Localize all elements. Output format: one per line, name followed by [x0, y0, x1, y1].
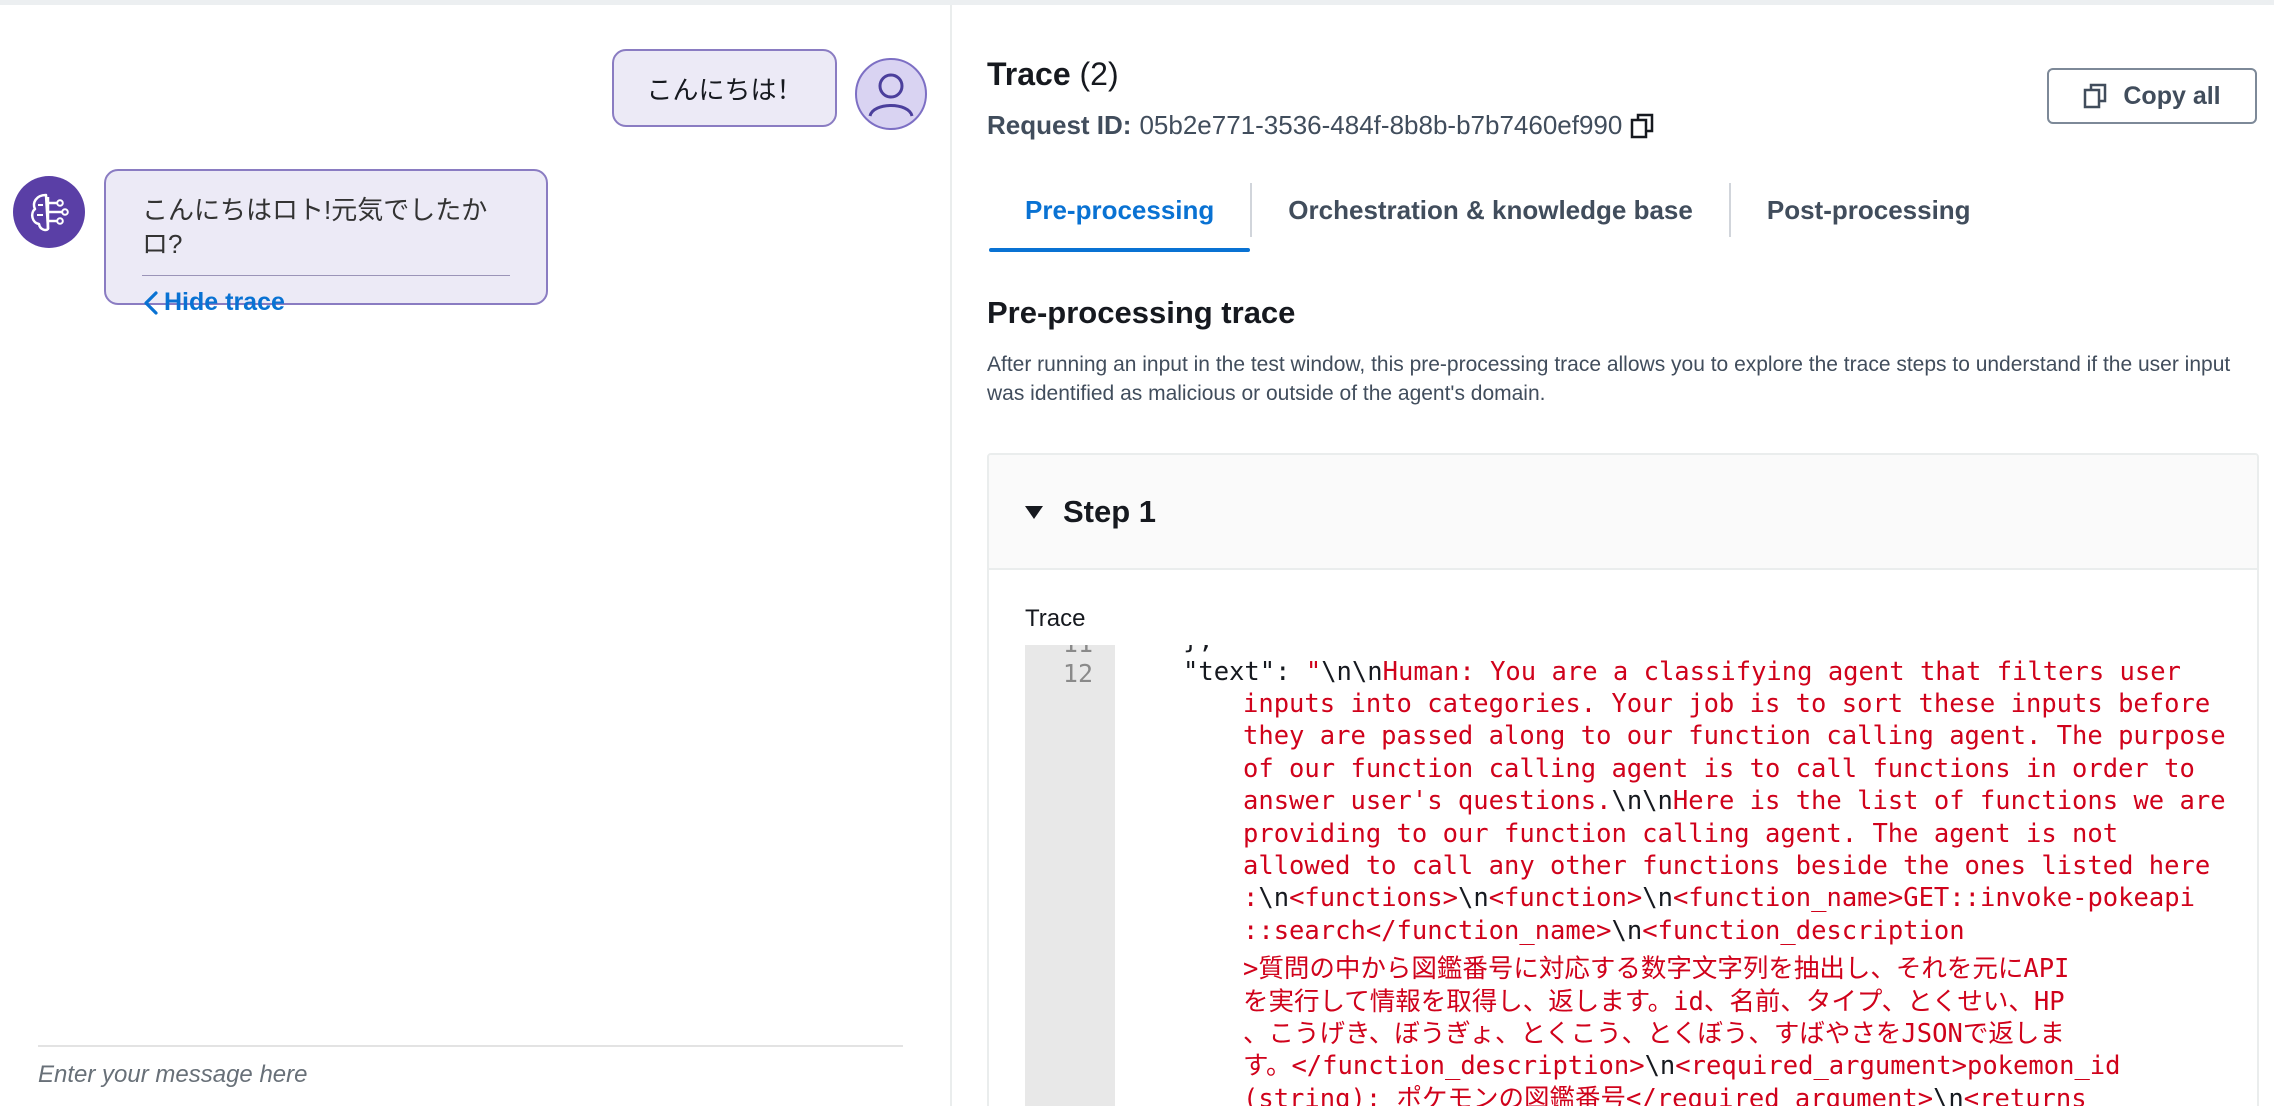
code-segment: <function> [1488, 883, 1643, 914]
code-segment: Here is the list of functions we are [1672, 786, 2226, 817]
user-avatar-icon [855, 58, 927, 130]
code-segment: ::search</function_name> [1243, 915, 1612, 946]
request-id-row: Request ID: 05b2e771-3536-484f-8b8b-b7b7… [987, 110, 1656, 141]
code-continuation-line: providing to our function calling agent.… [1243, 819, 2118, 849]
code-continuation-line: of our function calling agent is to call… [1243, 754, 2195, 784]
panel-divider [950, 5, 952, 1106]
trace-title-text: Trace [987, 56, 1071, 92]
section-description: After running an input in the test windo… [987, 353, 2231, 405]
request-id-label: Request ID: [987, 110, 1132, 140]
code-viewer[interactable]: 11 12 }, "text": "\n\nHuman: You are a c… [1025, 645, 2257, 1106]
code-segment: (string): ポケモンの図鑑番号</required_argument> [1243, 1083, 1934, 1106]
step-label: Step 1 [1063, 493, 1157, 529]
caret-down-icon [1025, 505, 1043, 519]
code-line-12: "text": "\n\nHuman: You are a classifyin… [1183, 657, 2181, 687]
user-message-bubble: こんにちは！ [612, 49, 837, 127]
tab-label: Post-processing [1766, 194, 1971, 225]
line-number-gutter: 11 12 [1025, 645, 1115, 1106]
trace-tabs: Pre-processing Orchestration & knowledge… [989, 168, 2007, 252]
trace-label: Trace [1025, 605, 1086, 632]
code-escape: \n\n [1321, 657, 1383, 687]
code-segment: allowed to call any other functions besi… [1243, 851, 2211, 881]
code-line-prev: }, [1183, 645, 1214, 655]
step-container: Step 1 Trace 11 12 }, "text": "\n\nHuman… [987, 453, 2259, 1106]
copy-icon[interactable] [1630, 112, 1656, 140]
code-segment: \n\n [1611, 786, 1673, 817]
code-continuation-line: allowed to call any other functions besi… [1243, 851, 2210, 881]
code-segment: \n [1611, 915, 1643, 946]
code-segment: inputs into categories. Your job is to s… [1243, 689, 2211, 719]
bot-message-bubble: こんにちはロト!元気でしたかロ? Hide trace [104, 169, 548, 316]
code-string: Human: You are a classifying agent that … [1382, 657, 2181, 687]
tab-post-processing[interactable]: Post-processing [1731, 168, 2007, 252]
trace-title: Trace (2) [987, 56, 1119, 93]
line-number: 11 [1063, 645, 1093, 658]
hide-trace-link[interactable]: Hide trace [142, 288, 510, 317]
code-segment: <returns [1963, 1083, 2087, 1106]
section-title: Pre-processing trace [987, 295, 1296, 330]
copy-all-label: Copy all [2123, 81, 2221, 110]
chevron-left-icon [144, 290, 158, 315]
hide-trace-label: Hide trace [164, 288, 285, 316]
copy-all-button[interactable]: Copy all [2047, 68, 2257, 124]
code-segment: <function_description [1642, 915, 1965, 946]
code-continuation-line: ::search</function_name>\n<function_desc… [1243, 916, 1965, 946]
copy-icon [2084, 83, 2107, 109]
step-header[interactable]: Step 1 [989, 455, 2257, 570]
code-segment: : [1243, 883, 1259, 914]
code-segment: <functions> [1289, 883, 1458, 914]
chat-message-input[interactable] [38, 1055, 903, 1095]
tab-orchestration[interactable]: Orchestration & knowledge base [1252, 168, 1729, 252]
code-segment: they are passed along to our function ca… [1243, 721, 2226, 752]
brain-circuit-icon [13, 176, 85, 248]
code-segment: \n [1933, 1083, 1964, 1106]
user-message-text: こんにちは！ [646, 74, 803, 105]
request-id-value: 05b2e771-3536-484f-8b8b-b7b7460ef990 [1139, 110, 1623, 140]
code-continuation-line: they are passed along to our function ca… [1243, 721, 2226, 751]
code-segment: \n [1457, 883, 1489, 914]
code-continuation-line: (string): ポケモンの図鑑番号</required_argument>\… [1243, 1078, 2087, 1106]
code-segment: providing to our function calling agent.… [1243, 818, 2119, 849]
tab-label: Orchestration & knowledge base [1288, 194, 1693, 225]
code-continuation-line: :\n<functions>\n<function>\n<function_na… [1243, 883, 2195, 913]
code-segment: <function_name>GET::invoke-pokeapi [1672, 883, 2195, 914]
code-continuation-line: answer user's questions.\n\nHere is the … [1243, 786, 2226, 816]
code-segment: of our function calling agent is to call… [1243, 753, 2195, 784]
tab-pre-processing[interactable]: Pre-processing [989, 168, 1251, 252]
bubble-divider [142, 275, 510, 276]
code-segment: \n [1258, 883, 1290, 914]
trace-count: (2) [1079, 56, 1119, 92]
bot-message-text: こんにちはロト!元気でしたかロ? [142, 195, 488, 259]
chat-input-divider [38, 1045, 903, 1047]
code-continuation-line: inputs into categories. Your job is to s… [1243, 689, 2210, 719]
code-segment: \n [1642, 883, 1673, 914]
code-segment: answer user's questions. [1243, 786, 1612, 817]
tab-label: Pre-processing [1025, 194, 1215, 225]
line-number: 12 [1062, 659, 1093, 688]
code-key: "text": [1183, 657, 1306, 687]
code-quote: " [1305, 657, 1322, 687]
